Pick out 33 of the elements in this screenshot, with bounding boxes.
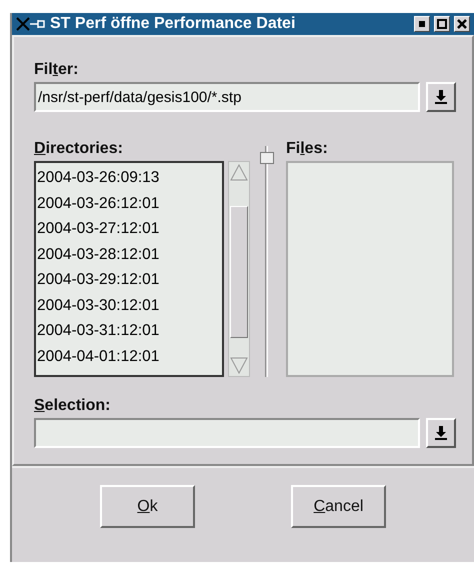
- directory-item[interactable]: 2004-03-30:12:01: [36, 292, 222, 318]
- directory-item[interactable]: 2004-03-29:12:01: [36, 267, 222, 292]
- directory-item[interactable]: 2004-04-01:12:01: [36, 344, 222, 369]
- close-icon: [457, 19, 467, 29]
- dialog-button[interactable]: Ok: [100, 485, 195, 528]
- selection-field[interactable]: [34, 418, 420, 448]
- dialog-button[interactable]: Cancel: [291, 485, 386, 528]
- scroll-up-icon[interactable]: [229, 162, 249, 182]
- files-label: Files:: [286, 140, 329, 158]
- minimize-button[interactable]: [414, 16, 430, 32]
- filter-label: Filter:: [34, 61, 80, 79]
- filter-dropdown-button[interactable]: [426, 82, 456, 112]
- selection-label: Selection:: [34, 397, 112, 415]
- directory-item[interactable]: 2004-03-31:12:01: [36, 318, 222, 344]
- directory-item[interactable]: 2004-03-27:12:01: [36, 216, 222, 242]
- minimize-icon: [419, 21, 425, 27]
- selection-dropdown-button[interactable]: [426, 418, 456, 448]
- pane-sash-handle[interactable]: [260, 152, 274, 164]
- directory-item[interactable]: 2004-03-26:12:01: [36, 190, 222, 216]
- download-arrow-icon: [435, 90, 447, 104]
- directory-item[interactable]: 2004-03-28:12:01: [36, 242, 222, 267]
- window-menu-icon[interactable]: [16, 17, 46, 31]
- scroll-down-icon[interactable]: [229, 356, 249, 376]
- maximize-button[interactable]: [434, 16, 450, 32]
- filter-field[interactable]: /nsr/st-perf/data/gesis100/*.stp: [34, 82, 420, 112]
- scrollbar[interactable]: [228, 161, 250, 377]
- directory-item[interactable]: 2004-03-26:09:13: [36, 165, 222, 190]
- directories-label: Directories:: [34, 140, 124, 158]
- download-arrow-icon: [435, 426, 447, 440]
- close-button[interactable]: [454, 16, 470, 32]
- scrollbar-thumb[interactable]: [230, 206, 248, 338]
- window-title: ST Perf öffne Performance Datei: [50, 15, 296, 33]
- maximize-icon: [437, 19, 447, 29]
